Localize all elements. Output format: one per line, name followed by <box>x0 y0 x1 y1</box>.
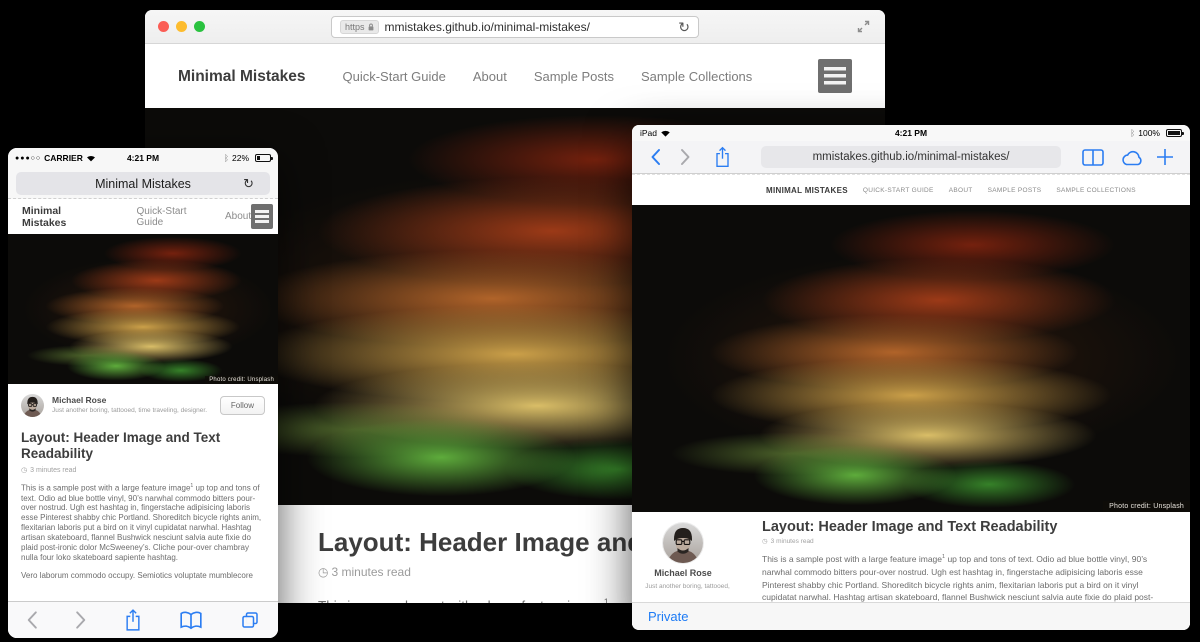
header-feature-image: Photo credit: Unsplash <box>632 205 1190 512</box>
post-paragraph: This is a sample post with a large featu… <box>21 483 265 563</box>
https-badge: https <box>340 20 379 34</box>
clock-icon: ◷ <box>21 467 27 474</box>
address-bar[interactable]: https mmistakes.github.io/minimal-mistak… <box>331 16 699 38</box>
minimize-window-button[interactable] <box>176 21 187 32</box>
follow-button[interactable]: Follow <box>220 396 265 415</box>
battery-icon <box>255 154 271 162</box>
private-browsing-bar: Private <box>632 602 1190 630</box>
https-label: https <box>345 22 365 32</box>
back-icon[interactable] <box>650 148 661 166</box>
ipad-site-masthead: MINIMAL MISTAKES QUICK-START GUIDE ABOUT… <box>632 174 1190 205</box>
read-time: 3 minutes read <box>30 467 76 474</box>
battery-icon <box>1166 129 1182 137</box>
iphone-url-row: Minimal Mistakes ↻ <box>8 168 278 199</box>
avatar-image <box>663 523 703 563</box>
paragraph-text: This is a sample post with a large featu… <box>21 484 190 493</box>
iphone-toolbar <box>8 601 278 638</box>
status-time: 4:21 PM <box>632 128 1190 138</box>
icloud-tabs-icon[interactable] <box>1120 149 1144 166</box>
author-row: Michael Rose Just another boring, tattoo… <box>21 394 265 420</box>
author-bio: Just another boring, tattooed, <box>640 583 735 590</box>
nav-link-sample-posts[interactable]: Sample Posts <box>534 69 614 84</box>
header-feature-image: Photo credit: Unsplash <box>8 234 278 384</box>
reload-icon[interactable]: ↻ <box>678 20 690 34</box>
clock-icon: ◷ <box>762 538 768 545</box>
back-icon[interactable] <box>26 610 38 630</box>
post-meta: ◷3 minutes read <box>762 537 1162 545</box>
author-name: Michael Rose <box>52 395 106 405</box>
site-title-link[interactable]: Minimal Mistakes <box>178 68 306 86</box>
nav-link-sample-collections[interactable]: SAMPLE COLLECTIONS <box>1056 187 1135 194</box>
clock-icon: ◷ <box>318 565 328 579</box>
page-title: Minimal Mistakes <box>95 177 191 191</box>
post-paragraph: Vero laborum commodo occupy. Semiotics v… <box>21 571 265 581</box>
read-time: 3 minutes read <box>771 538 814 545</box>
site-title-link[interactable]: Minimal Mistakes <box>22 205 98 229</box>
tabs-icon[interactable] <box>240 610 260 630</box>
author-avatar <box>663 523 703 563</box>
author-bio: Just another boring, tattooed, time trav… <box>52 407 207 414</box>
paragraph-text: This is a sample post with a large featu… <box>762 554 942 564</box>
lock-icon <box>368 23 374 31</box>
composite-stage: https mmistakes.github.io/minimal-mistak… <box>0 0 1200 642</box>
nav-link-quick-start-guide[interactable]: Quick-Start Guide <box>343 69 446 84</box>
paragraph-text: This is a sample post with a large featu… <box>318 599 604 604</box>
iphone-safari-window: ●●●○○ CARRIER 4:21 PM ᛒ 22% Minimal Mist… <box>8 148 278 638</box>
nav-link-about[interactable]: ABOUT <box>949 187 973 194</box>
ipad-toolbar: mmistakes.github.io/minimal-mistakes/ <box>632 141 1190 174</box>
new-tab-icon[interactable] <box>1156 148 1174 166</box>
share-icon[interactable] <box>124 608 142 632</box>
ipad-address-bar[interactable]: mmistakes.github.io/minimal-mistakes/ <box>761 146 1061 168</box>
nav-link-quick-start-guide[interactable]: Quick-Start Guide <box>137 206 206 228</box>
paragraph-text: up top and tons of text. Odio ad blue bo… <box>21 484 261 562</box>
nav-link-sample-collections[interactable]: Sample Collections <box>641 69 752 84</box>
nav-link-quick-start-guide[interactable]: QUICK-START GUIDE <box>863 187 934 194</box>
nav-link-about[interactable]: About <box>225 211 251 222</box>
browser-chrome: https mmistakes.github.io/minimal-mistak… <box>145 10 885 44</box>
fullscreen-icon[interactable] <box>856 19 871 34</box>
site-title-link[interactable]: MINIMAL MISTAKES <box>766 186 848 195</box>
photo-credit: Photo credit: Unsplash <box>1103 501 1190 512</box>
iphone-site-masthead: Minimal Mistakes Quick-Start Guide About <box>8 199 278 234</box>
photo-credit: Photo credit: Unsplash <box>205 376 278 384</box>
ipad-status-bar: iPad 4:21 PM ᛒ 100% <box>632 125 1190 141</box>
nav-link-about[interactable]: About <box>473 69 507 84</box>
status-time: 4:21 PM <box>8 153 278 163</box>
zoom-window-button[interactable] <box>194 21 205 32</box>
menu-hamburger-icon[interactable] <box>818 59 852 93</box>
ipad-post-content: Michael Rose Just another boring, tattoo… <box>632 512 1190 630</box>
nav-link-sample-posts[interactable]: SAMPLE POSTS <box>988 187 1042 194</box>
read-time: 3 minutes read <box>331 565 410 579</box>
ipad-safari-window: iPad 4:21 PM ᛒ 100% mmistakes.github.io/… <box>632 125 1190 630</box>
iphone-address-bar[interactable]: Minimal Mistakes ↻ <box>16 172 270 195</box>
url-text: mmistakes.github.io/minimal-mistakes/ <box>813 151 1010 163</box>
private-button[interactable]: Private <box>648 609 688 624</box>
forward-icon[interactable] <box>680 148 691 166</box>
avatar-image <box>21 394 44 417</box>
menu-hamburger-icon[interactable] <box>251 204 273 229</box>
bookmarks-icon[interactable] <box>1082 149 1104 166</box>
close-window-button[interactable] <box>158 21 169 32</box>
forward-icon[interactable] <box>75 610 87 630</box>
post-title: Layout: Header Image and Text Readabilit… <box>762 519 1162 535</box>
author-name: Michael Rose <box>632 568 734 578</box>
author-avatar <box>21 394 44 417</box>
iphone-status-bar: ●●●○○ CARRIER 4:21 PM ᛒ 22% <box>8 148 278 168</box>
url-text: mmistakes.github.io/minimal-mistakes/ <box>385 20 673 34</box>
site-masthead: Minimal Mistakes Quick-Start Guide About… <box>145 45 885 108</box>
post-title: Layout: Header Image and Text Readabilit… <box>21 430 265 463</box>
post-meta: ◷3 minutes read <box>21 466 265 474</box>
iphone-post-content: Michael Rose Just another boring, tattoo… <box>8 384 278 638</box>
share-icon[interactable] <box>714 146 731 168</box>
bookmarks-icon[interactable] <box>179 610 203 630</box>
reload-icon[interactable]: ↻ <box>243 177 254 190</box>
